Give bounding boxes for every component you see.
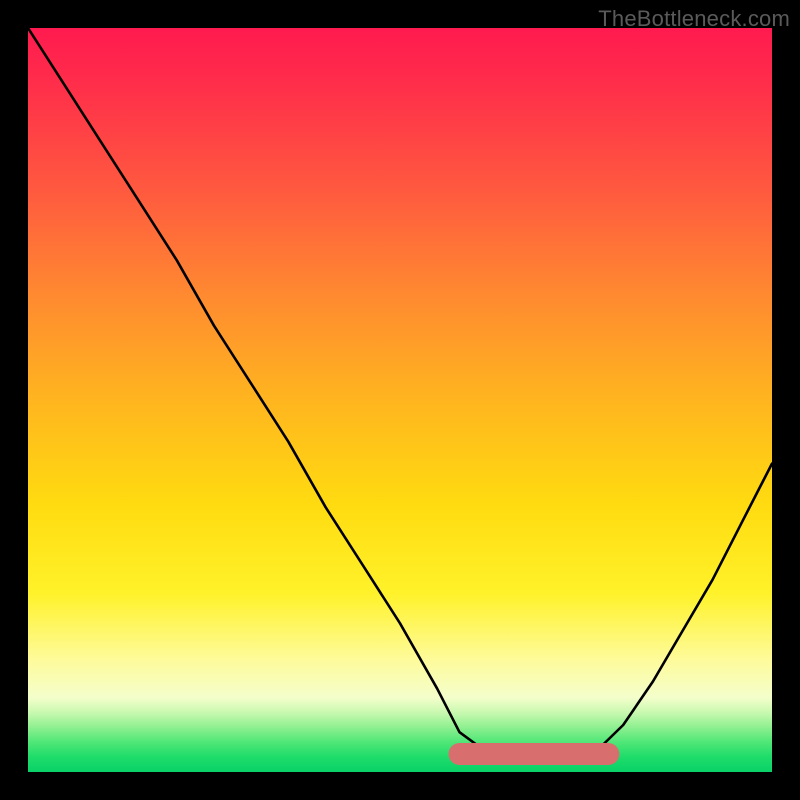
chart-frame: TheBottleneck.com [0,0,800,800]
plot-area [28,28,772,772]
attribution-label: TheBottleneck.com [598,6,790,32]
flat-minimum [28,28,772,772]
